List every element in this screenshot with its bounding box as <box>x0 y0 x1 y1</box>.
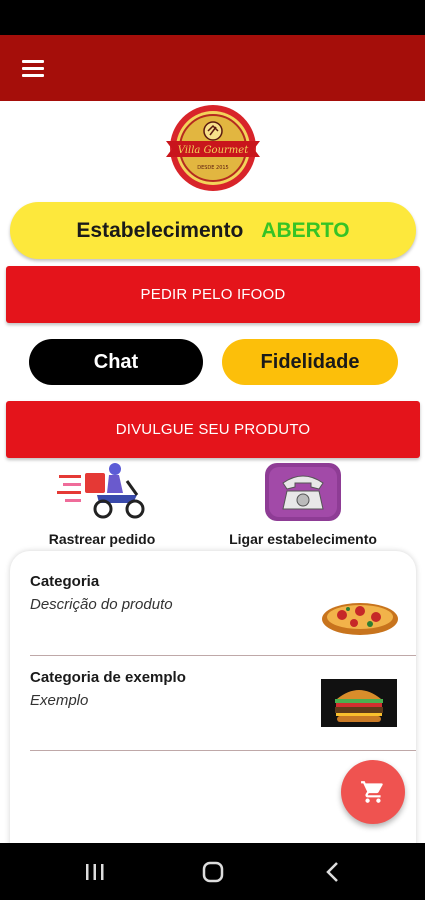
status-value: ABERTO <box>261 218 350 242</box>
promote-product-button[interactable]: DIVULGUE SEU PRODUTO <box>6 401 420 458</box>
recent-apps-icon[interactable] <box>80 857 110 887</box>
cart-button[interactable] <box>341 760 405 824</box>
logo-tagline: DESDE 2015 <box>197 165 229 171</box>
logo-text: Villa Gourmet <box>178 145 249 156</box>
call-establishment-label: Ligar estabelecimento <box>229 531 377 547</box>
status-label: Estabelecimento <box>76 218 244 242</box>
back-icon[interactable] <box>318 857 348 887</box>
fidelidade-button[interactable]: Fidelidade <box>222 339 398 385</box>
establishment-status: Estabelecimento ABERTO <box>10 202 416 259</box>
divider <box>30 750 416 751</box>
delivery-scooter-icon <box>57 463 145 519</box>
order-ifood-button[interactable]: PEDIR PELO IFOOD <box>6 266 420 323</box>
telephone-icon <box>265 463 341 521</box>
call-establishment-action[interactable]: Ligar estabelecimento <box>222 461 384 547</box>
track-order-action[interactable]: Rastrear pedido <box>40 461 164 547</box>
product-category: Categoria <box>30 573 100 590</box>
menu-icon[interactable] <box>18 56 50 80</box>
shopping-cart-icon <box>361 781 383 803</box>
main-content: Villa Gourmet DESDE 2015 Estabelecimento… <box>0 101 425 851</box>
restaurant-logo: Villa Gourmet DESDE 2015 <box>162 101 264 197</box>
pizza-image <box>322 603 398 635</box>
home-icon[interactable] <box>198 857 228 887</box>
chat-button[interactable]: Chat <box>29 339 203 385</box>
app-bar <box>0 35 425 101</box>
divider <box>30 655 416 656</box>
track-order-label: Rastrear pedido <box>48 531 156 547</box>
system-nav-bar <box>0 843 425 900</box>
system-status-bar <box>0 0 425 35</box>
burger-image <box>321 679 397 727</box>
